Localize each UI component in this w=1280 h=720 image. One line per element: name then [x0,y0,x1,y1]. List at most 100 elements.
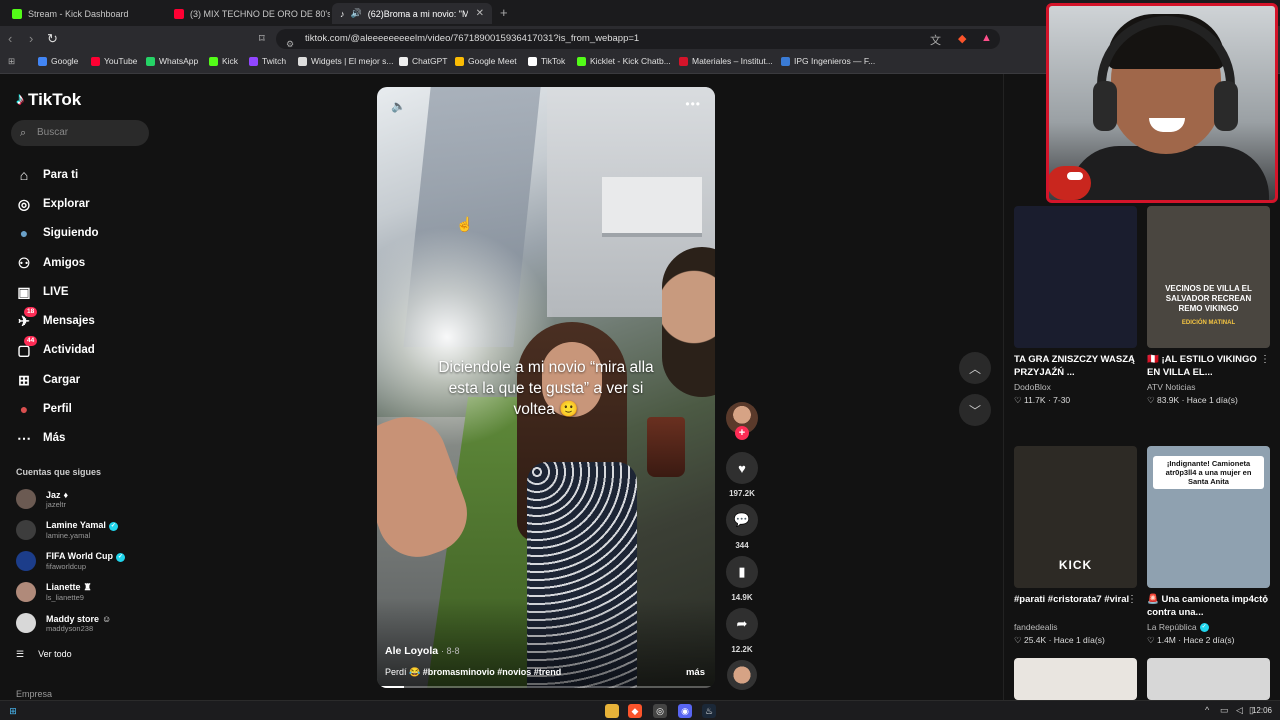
bookmark-google-meet[interactable]: Google Meet [455,56,517,66]
sidebar-item-live[interactable]: ▣ LIVE [16,281,68,303]
clock[interactable]: 12:06 [1252,706,1272,715]
music-disc-icon[interactable] [727,660,757,690]
network-icon[interactable]: ▭ [1220,705,1229,716]
plus-icon[interactable]: + [500,5,508,20]
desc-hashtags[interactable]: #bromasminovio #novios #trend [423,667,562,677]
bookmark-icon[interactable]: ⌑ [259,32,265,45]
recommended-video-card[interactable]: TA GRA ZNISZCZY WASZĄ PRZYJAŹŃ ... DodoBl… [1014,206,1137,406]
following-title: Cuentas que sigues [16,467,102,477]
recommended-video-card[interactable]: VECINOS DE VILLA EL SALVADOR RECREAN REM… [1147,206,1270,406]
share-icon[interactable]: ➦ [726,608,758,640]
video-thumbnail[interactable] [1014,206,1137,348]
video-progress-bar[interactable] [377,686,715,688]
video-author[interactable]: Ale Loyola · 8-8 [385,645,460,657]
translate-icon[interactable]: 文 [930,32,941,48]
video-thumbnail[interactable]: ¡Indignante! Camioneta atr0p3ll4 a una m… [1147,446,1270,588]
card-more-icon[interactable]: ⋮ [1260,594,1270,605]
steam-icon[interactable]: ♨ [702,704,716,718]
bookmark-youtube[interactable]: YouTube [91,56,137,66]
volume-tray-icon[interactable]: ◁ [1236,705,1243,716]
footer-company-link[interactable]: Empresa [16,689,52,699]
bookmark-tiktok[interactable]: TikTok [528,56,565,66]
card-more-icon[interactable]: ⋮ [1127,354,1137,365]
next-video-button[interactable]: ﹀ [959,394,991,426]
following-account[interactable]: Lianette ♜ ls_lianette9 [16,582,92,602]
tab-tiktok-video[interactable]: ♪ 🔊 (62)Broma a mi novio: "Mira a ✕ [332,3,492,24]
bookmark-widgets[interactable]: Widgets | El mejor s... [298,56,394,66]
comment-icon[interactable]: 💬 [726,504,758,536]
bookmark-whatsapp[interactable]: WhatsApp [146,56,198,66]
sidebar-item-amigos[interactable]: ⚇ Amigos [16,252,85,274]
video-thumbnail[interactable]: KICK [1014,446,1137,588]
sidebar-item-mensajes[interactable]: ✈ 18 Mensajes [16,307,95,332]
sidebar-item-para-ti[interactable]: ⌂ Para ti [16,164,78,186]
sidebar-item-siguiendo[interactable]: ● Siguiendo [16,222,99,244]
following-account[interactable]: Lamine Yamal ✓ lamine.yamal [16,520,118,540]
see-all-link[interactable]: ☰ Ver todo [16,649,72,660]
brave-browser-icon[interactable]: ◆ [628,704,642,718]
back-icon[interactable]: ‹ [8,31,12,46]
reload-icon[interactable]: ↻ [47,31,58,47]
sidebar-item-actividad[interactable]: ▢ 44 Actividad [16,336,95,361]
bookmark-kick[interactable]: Kick [209,56,238,66]
avatar [16,582,36,602]
sidebar-item-perfil[interactable]: ● Perfil [16,398,72,420]
following-account[interactable]: FIFA World Cup ✓ fifaworldcup [16,551,125,571]
bookmark-kicklet[interactable]: Kicklet - Kick Chatb... [577,56,671,66]
brave-rewards-icon[interactable]: ▲ [981,32,992,44]
close-tab-icon[interactable]: ✕ [476,8,484,19]
site-info-icon[interactable]: ⚙ [286,34,294,54]
heart-icon[interactable]: ♥ [726,452,758,484]
bookmark-twitch[interactable]: Twitch [249,56,286,66]
windows-start-icon[interactable]: ⊞ [6,704,20,718]
brave-shield-icon[interactable]: ◆ [958,32,966,45]
forward-icon[interactable]: › [29,31,33,46]
sidebar-item-explorar[interactable]: ◎ Explorar [16,193,90,215]
video-thumbnail[interactable] [1147,658,1270,700]
recommended-video-card[interactable]: KICK #parati #cristorata7 #viral fandedeal… [1014,446,1137,646]
previous-video-button[interactable]: ︿ [959,352,991,384]
like-action[interactable]: ♥ 197.2K [726,452,758,498]
google-icon [38,56,47,66]
bookmark-label: YouTube [104,56,138,66]
share-action[interactable]: ➦ 12.2K [726,608,758,654]
video-player[interactable]: Diciendole a mi novio “mira alla esta la… [377,87,715,688]
following-account[interactable]: Jaz ♦ jazeltr [16,489,68,509]
sidebar-item-cargar[interactable]: ⊞ Cargar [16,369,80,391]
bookmark-chatgpt[interactable]: ChatGPT [399,56,447,66]
description-more-link[interactable]: más [686,667,705,678]
bookmark-icon[interactable]: ▮ [726,556,758,588]
sidebar-item-label: Siguiendo [43,227,99,239]
tab-youtube-mix[interactable]: (3) MIX TECHNO DE ORO DE 80's & [166,3,330,24]
video-thumbnail[interactable] [1014,658,1137,700]
card-more-icon[interactable]: ⋮ [1260,354,1270,365]
follow-plus-icon[interactable]: + [735,426,749,440]
video-thumbnail[interactable]: VECINOS DE VILLA EL SALVADOR RECREAN REM… [1147,206,1270,348]
bookmark-ipg[interactable]: IPG Ingenieros — F... [781,56,875,66]
file-explorer-icon[interactable] [605,704,619,718]
save-action[interactable]: ▮ 14.9K [726,556,758,602]
bookmark-google[interactable]: Google [38,56,78,66]
discord-icon[interactable]: ◉ [678,704,692,718]
apps-grid-icon[interactable]: ⊞ [8,56,15,67]
url-bar[interactable]: ⚙ tiktok.com/@aleeeeeeeeelm/video/767189… [276,29,1000,49]
verified-icon: ✓ [108,521,118,531]
bookmark-materiales[interactable]: Materiales – Institut... [679,56,773,66]
card-likes: 11.7K [1023,395,1046,405]
video-more-icon[interactable]: ••• [685,97,701,111]
kick-icon [209,56,218,66]
tab-kick-dashboard[interactable]: Stream - Kick Dashboard [4,3,164,24]
card-more-icon[interactable]: ⋮ [1127,594,1137,605]
list-icon: ☰ [16,649,25,659]
volume-icon[interactable]: 🔈 [391,99,406,113]
tiktok-logo[interactable]: ♪ TikTok [16,90,81,110]
streamer-webcam [1046,3,1278,203]
obs-icon[interactable]: ◎ [653,704,667,718]
search-input[interactable]: ⌕ Buscar [11,120,149,146]
sidebar-item-más[interactable]: ⋯ Más [16,427,65,449]
recommended-video-card[interactable]: ¡Indignante! Camioneta atr0p3ll4 a una m… [1147,446,1270,646]
comment-action[interactable]: 💬 344 [726,504,758,550]
tray-chevron-icon[interactable]: ^ [1205,705,1209,715]
following-account[interactable]: Maddy store ☺ maddyson238 [16,613,111,633]
tiktok-sidebar: ♪ TikTok ⌕ Buscar ⌂ Para ti ◎ Explorar ● Sigu… [0,74,160,700]
